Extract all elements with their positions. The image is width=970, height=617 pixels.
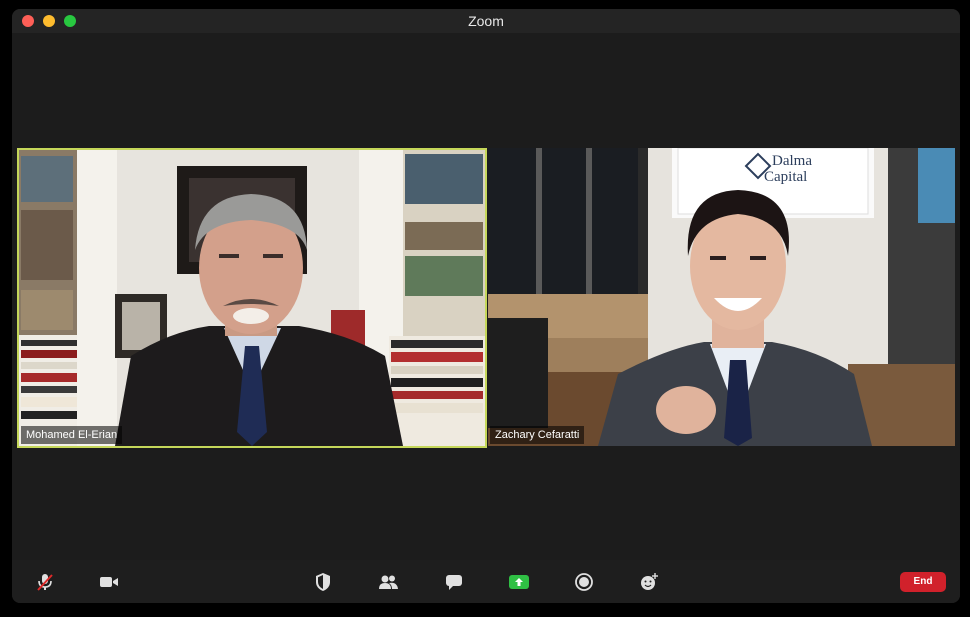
participant-name-label: Zachary Cefaratti [490,426,585,444]
participant-video-right: Dalma Capital [488,148,955,446]
reactions-button[interactable] [638,571,660,593]
video-gallery: Mohamed El-Erian Dalma Capital Zachary C… [12,33,960,560]
end-meeting-button[interactable]: End [900,572,946,592]
window-title: Zoom [468,13,504,29]
participant-name-label: Mohamed El-Erian [21,426,123,444]
title-bar: Zoom [12,9,960,33]
video-camera-icon [100,577,118,587]
record-icon [575,573,593,591]
security-shield-icon [316,573,330,591]
record-button[interactable] [573,571,595,593]
share-screen-button[interactable] [508,571,530,593]
microphone-muted-icon [37,574,53,591]
sign-text-line1: Dalma [772,153,812,169]
participant-tile-zachary[interactable]: Dalma Capital Zachary Cefaratti [488,148,955,446]
participant-video-left [19,150,485,446]
reactions-icon [641,573,658,590]
meeting-toolbar: End [12,560,960,603]
participants-button[interactable] [377,571,399,593]
participants-icon [379,575,398,589]
sign-text-line2: Capital [764,169,807,185]
share-screen-icon [509,575,529,589]
security-button[interactable] [312,571,334,593]
zoom-window: Zoom Mohamed El-Erian Dalma Capital Zach… [12,9,960,603]
stop-video-button[interactable] [98,571,120,593]
mute-button[interactable] [34,571,56,593]
participant-tile-mohamed[interactable]: Mohamed El-Erian [17,148,487,448]
chat-button[interactable] [443,571,465,593]
chat-icon [446,575,462,590]
